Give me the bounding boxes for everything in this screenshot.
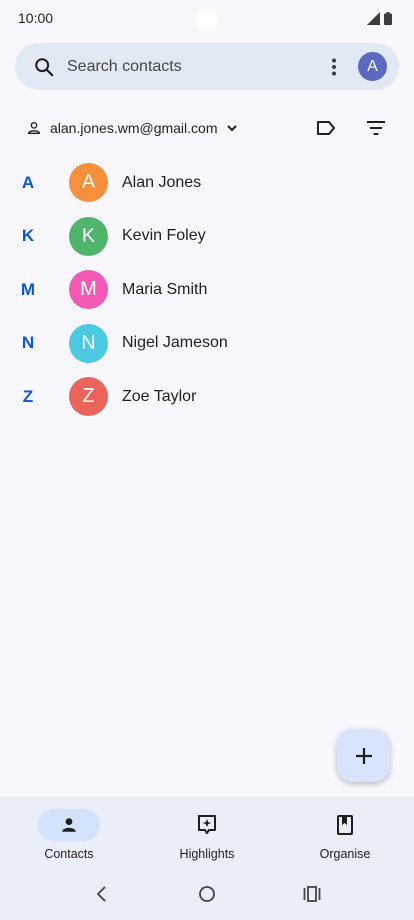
highlights-icon [198, 815, 216, 834]
search-icon [35, 57, 54, 76]
account-avatar[interactable]: A [358, 52, 387, 81]
battery-icon [384, 11, 392, 25]
nav-label-contacts: Contacts [44, 847, 94, 861]
bookmark-book-icon [337, 815, 353, 835]
more-vert-icon [332, 58, 336, 75]
nav-pill-active [38, 809, 100, 841]
camera-cutout [196, 9, 218, 31]
contact-name: Zoe Taylor [122, 387, 197, 405]
section-letter: K [21, 226, 35, 246]
nav-item-contacts[interactable]: Contacts [0, 797, 138, 867]
more-options-button[interactable] [322, 55, 346, 79]
nav-pill [314, 809, 376, 841]
person-icon [62, 818, 76, 832]
account-email[interactable]: alan.jones.wm@gmail.com [50, 120, 218, 136]
nav-label-highlights: Highlights [179, 847, 235, 861]
contact-avatar: M [69, 270, 108, 310]
contact-name: Alan Jones [122, 173, 202, 191]
section-letter: N [21, 333, 35, 353]
bottom-nav: Contacts Highlights Organise [0, 797, 414, 867]
section-letter: A [21, 172, 35, 192]
filter-button[interactable] [364, 116, 388, 140]
nav-item-organise[interactable]: Organise [276, 797, 414, 867]
contact-row-maria-smith[interactable]: M M Maria Smith [0, 263, 414, 317]
contact-name: Kevin Foley [122, 227, 206, 245]
back-button[interactable] [87, 879, 117, 909]
contact-row-nigel-jameson[interactable]: N N Nigel Jameson [0, 317, 414, 371]
contact-name: Maria Smith [122, 280, 208, 298]
nav-item-highlights[interactable]: Highlights [138, 797, 276, 867]
contact-row-kevin-foley[interactable]: K K Kevin Foley [0, 210, 414, 264]
label-icon [317, 121, 335, 135]
contact-avatar: N [69, 323, 108, 363]
add-icon [355, 747, 372, 764]
filter-icon [367, 121, 385, 135]
nav-label-organise: Organise [319, 847, 371, 861]
nav-pill [176, 809, 238, 841]
system-nav-bar [0, 867, 414, 920]
contact-avatar: K [69, 216, 108, 256]
status-icons [367, 11, 392, 25]
contact-list: A A Alan Jones K K Kevin Foley M M Maria… [0, 156, 414, 424]
recents-button[interactable] [297, 879, 327, 909]
contact-avatar: A [69, 163, 108, 203]
chevron-down-icon [226, 125, 237, 132]
back-icon [97, 885, 106, 902]
section-letter: M [20, 279, 36, 299]
account-switcher-button[interactable] [226, 122, 238, 134]
labels-button[interactable] [314, 116, 338, 140]
add-contact-button[interactable] [337, 729, 390, 782]
recents-icon [303, 885, 321, 902]
contact-avatar: Z [69, 377, 108, 417]
home-button[interactable] [192, 879, 222, 909]
contact-row-alan-jones[interactable]: A A Alan Jones [0, 156, 414, 210]
signal-icon [367, 11, 380, 25]
contact-name: Nigel Jameson [122, 334, 228, 352]
contact-row-zoe-taylor[interactable]: Z Z Zoe Taylor [0, 370, 414, 424]
account-row: alan.jones.wm@gmail.com [26, 112, 388, 144]
home-icon [199, 885, 215, 902]
search-bar[interactable]: Search contacts A [15, 43, 399, 90]
person-icon [27, 122, 41, 134]
section-letter: Z [22, 386, 34, 406]
status-time: 10:00 [18, 10, 54, 26]
search-input[interactable]: Search contacts [67, 58, 322, 76]
